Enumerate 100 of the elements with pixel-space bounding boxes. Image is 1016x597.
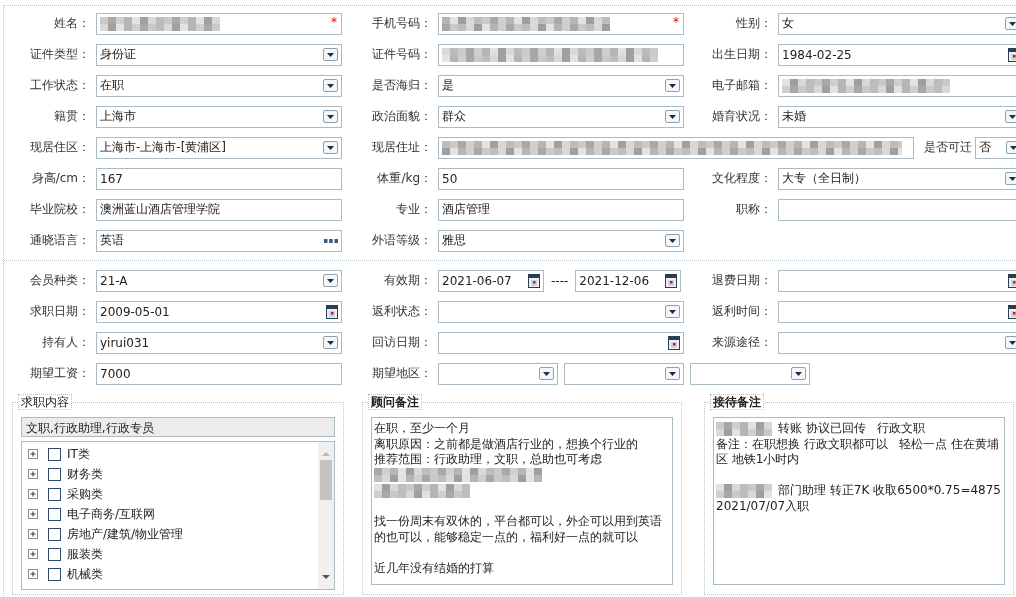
dropdown-field[interactable]: 在职 bbox=[96, 74, 342, 97]
input-field[interactable]: 50 bbox=[438, 167, 684, 190]
field-label: 出生日期： bbox=[711, 46, 773, 63]
notes-textarea[interactable]: 转账 协议已回传 行政文职 备注：在职想换 行政文职都可以 轻松一点 住在黄埔 区 地铁1小时内 部门助理 转正7K 收取6500*0.75=4875 2021/07/07入职 bbox=[713, 417, 1005, 585]
range-separator: ---- bbox=[550, 273, 570, 288]
field-label: 毕业院校： bbox=[29, 201, 91, 218]
field-label: 证件号码： bbox=[371, 46, 433, 63]
expand-icon[interactable] bbox=[28, 489, 38, 499]
dropdown-field[interactable] bbox=[438, 300, 684, 323]
date-field[interactable] bbox=[438, 331, 684, 354]
field-label: 返利时间： bbox=[711, 303, 773, 320]
dropdown-field[interactable]: 上海市 bbox=[96, 105, 342, 128]
tree-item[interactable]: IT类 bbox=[67, 445, 90, 463]
dropdown-arrow-icon[interactable] bbox=[1005, 336, 1016, 349]
tree-item[interactable]: 机械类 bbox=[67, 565, 103, 583]
dropdown-field[interactable]: 上海市-上海市-[黄浦区] bbox=[96, 136, 342, 159]
checkbox[interactable] bbox=[48, 547, 61, 561]
field-label: 期望地区： bbox=[371, 365, 433, 382]
expand-icon[interactable] bbox=[28, 529, 38, 539]
dropdown-field[interactable]: yirui031 bbox=[96, 331, 342, 354]
dropdown-field[interactable]: 身份证 bbox=[96, 43, 342, 66]
dropdown-arrow-icon[interactable] bbox=[1005, 110, 1016, 123]
note-text: 转账 协议已回传 行政文职 bbox=[778, 421, 926, 437]
tree-item[interactable]: 房地产/建筑/物业管理 bbox=[67, 525, 184, 543]
notes-textarea[interactable]: 在职，至少一个月 离职原因：之前都是做酒店行业的，想换个行业的 推荐范围：行政助理，文职，总助也可考虑 找一份周末有双休的，平台都可以，外企可以用到英语 的也可以，能够稳定一点的，福利好一点的就可以 近几年没有结婚的打算 bbox=[371, 417, 673, 585]
dropdown-field[interactable]: 群众 bbox=[438, 105, 684, 128]
input-field[interactable]: 167 bbox=[96, 167, 342, 190]
dropdown-field[interactable]: 是 bbox=[438, 74, 684, 97]
field-label: 返利状态： bbox=[371, 303, 433, 320]
date-field[interactable]: 2021-12-06 bbox=[575, 269, 682, 292]
dropdown-field[interactable] bbox=[564, 362, 684, 385]
calendar-icon[interactable] bbox=[665, 273, 678, 288]
date-field[interactable] bbox=[778, 300, 1016, 323]
field-label: 籍贯： bbox=[53, 108, 91, 125]
tree-item[interactable]: 采购类 bbox=[67, 485, 103, 503]
expand-icon[interactable] bbox=[28, 449, 38, 459]
more-dots-icon[interactable] bbox=[324, 238, 338, 243]
calendar-icon[interactable] bbox=[668, 335, 680, 350]
field-label: 求职日期： bbox=[29, 303, 91, 320]
field-label: 有效期： bbox=[383, 272, 433, 289]
checkbox[interactable] bbox=[48, 507, 61, 521]
expand-icon[interactable] bbox=[28, 509, 38, 519]
input-field[interactable] bbox=[438, 136, 914, 159]
note-text: 备注：在职想换 行政文职都可以 轻松一点 住在黄埔 bbox=[716, 436, 1000, 452]
calendar-icon[interactable] bbox=[326, 304, 338, 319]
checkbox[interactable] bbox=[48, 567, 61, 581]
dropdown-field[interactable] bbox=[778, 331, 1016, 354]
dropdown-field[interactable]: 女 bbox=[778, 12, 1016, 35]
dropdown-field[interactable] bbox=[690, 362, 810, 385]
checkbox[interactable] bbox=[48, 527, 61, 541]
dropdown-field[interactable]: 大专（全日制） bbox=[778, 167, 1016, 190]
dropdown-arrow-icon[interactable] bbox=[1005, 172, 1016, 185]
date-field[interactable]: 2021-06-07 bbox=[438, 269, 544, 292]
dropdown-field[interactable]: 否 bbox=[975, 136, 1016, 159]
expand-icon[interactable] bbox=[28, 469, 38, 479]
note-text: 推荐范围：行政助理，文职，总助也可考虑 bbox=[374, 452, 602, 468]
tree-item[interactable]: 财务类 bbox=[67, 465, 103, 483]
dropdown-arrow-icon[interactable] bbox=[1005, 17, 1016, 30]
checkbox[interactable] bbox=[48, 487, 61, 501]
date-field[interactable]: 1984-02-25 bbox=[778, 43, 1016, 66]
field-label: 现居住址： bbox=[371, 139, 433, 156]
scrollbar[interactable] bbox=[318, 442, 334, 589]
field-label: 职称： bbox=[735, 201, 773, 218]
calendar-icon[interactable] bbox=[1008, 47, 1016, 62]
input-field[interactable] bbox=[778, 198, 1016, 221]
field-label: 性别： bbox=[735, 15, 773, 32]
dropdown-field[interactable]: 未婚 bbox=[778, 105, 1016, 128]
input-field[interactable]: * bbox=[96, 12, 342, 35]
input-field[interactable]: * bbox=[438, 12, 684, 35]
checkbox[interactable] bbox=[48, 447, 61, 461]
calendar-icon[interactable] bbox=[1008, 273, 1016, 288]
tree-item[interactable]: 服装类 bbox=[67, 545, 103, 563]
dropdown-field[interactable] bbox=[438, 362, 558, 385]
input-field[interactable] bbox=[778, 74, 1016, 97]
date-field[interactable]: 2009-05-01 bbox=[96, 300, 342, 323]
dropdown-field[interactable]: 21-A bbox=[96, 269, 342, 292]
dropdown-field[interactable]: 雅思 bbox=[438, 229, 684, 252]
input-field[interactable]: 酒店管理 bbox=[438, 198, 684, 221]
note-text: 找一份周末有双休的，平台都可以，外企可以用到英语 bbox=[374, 514, 662, 530]
checkbox[interactable] bbox=[48, 467, 61, 481]
field-label: 退费日期： bbox=[711, 272, 773, 289]
input-field[interactable]: 澳洲蓝山酒店管理学院 bbox=[96, 198, 342, 221]
note-text: 近几年没有结婚的打算 bbox=[374, 560, 494, 576]
calendar-icon[interactable] bbox=[1008, 304, 1016, 319]
calendar-icon[interactable] bbox=[528, 273, 540, 288]
field-label: 姓名： bbox=[53, 15, 91, 32]
note-text: 2021/07/07入职 bbox=[716, 498, 810, 514]
field-label: 会员种类： bbox=[29, 272, 91, 289]
selected-summary-field[interactable]: 文职,行政助理,行政专员 bbox=[21, 417, 335, 437]
input-field[interactable]: 7000 bbox=[96, 362, 342, 385]
date-field[interactable] bbox=[778, 269, 1016, 292]
picker-field[interactable]: 英语 bbox=[96, 229, 342, 252]
field-label: 期望工资： bbox=[29, 365, 91, 382]
field-label: 专业： bbox=[395, 201, 433, 218]
input-field[interactable] bbox=[438, 43, 684, 66]
expand-icon[interactable] bbox=[28, 569, 38, 579]
expand-icon[interactable] bbox=[28, 549, 38, 559]
note-text: 的也可以，能够稳定一点的，福利好一点的就可以 bbox=[374, 529, 638, 545]
required-mark: * bbox=[331, 14, 337, 29]
tree-item[interactable]: 电子商务/互联网 bbox=[67, 505, 156, 523]
